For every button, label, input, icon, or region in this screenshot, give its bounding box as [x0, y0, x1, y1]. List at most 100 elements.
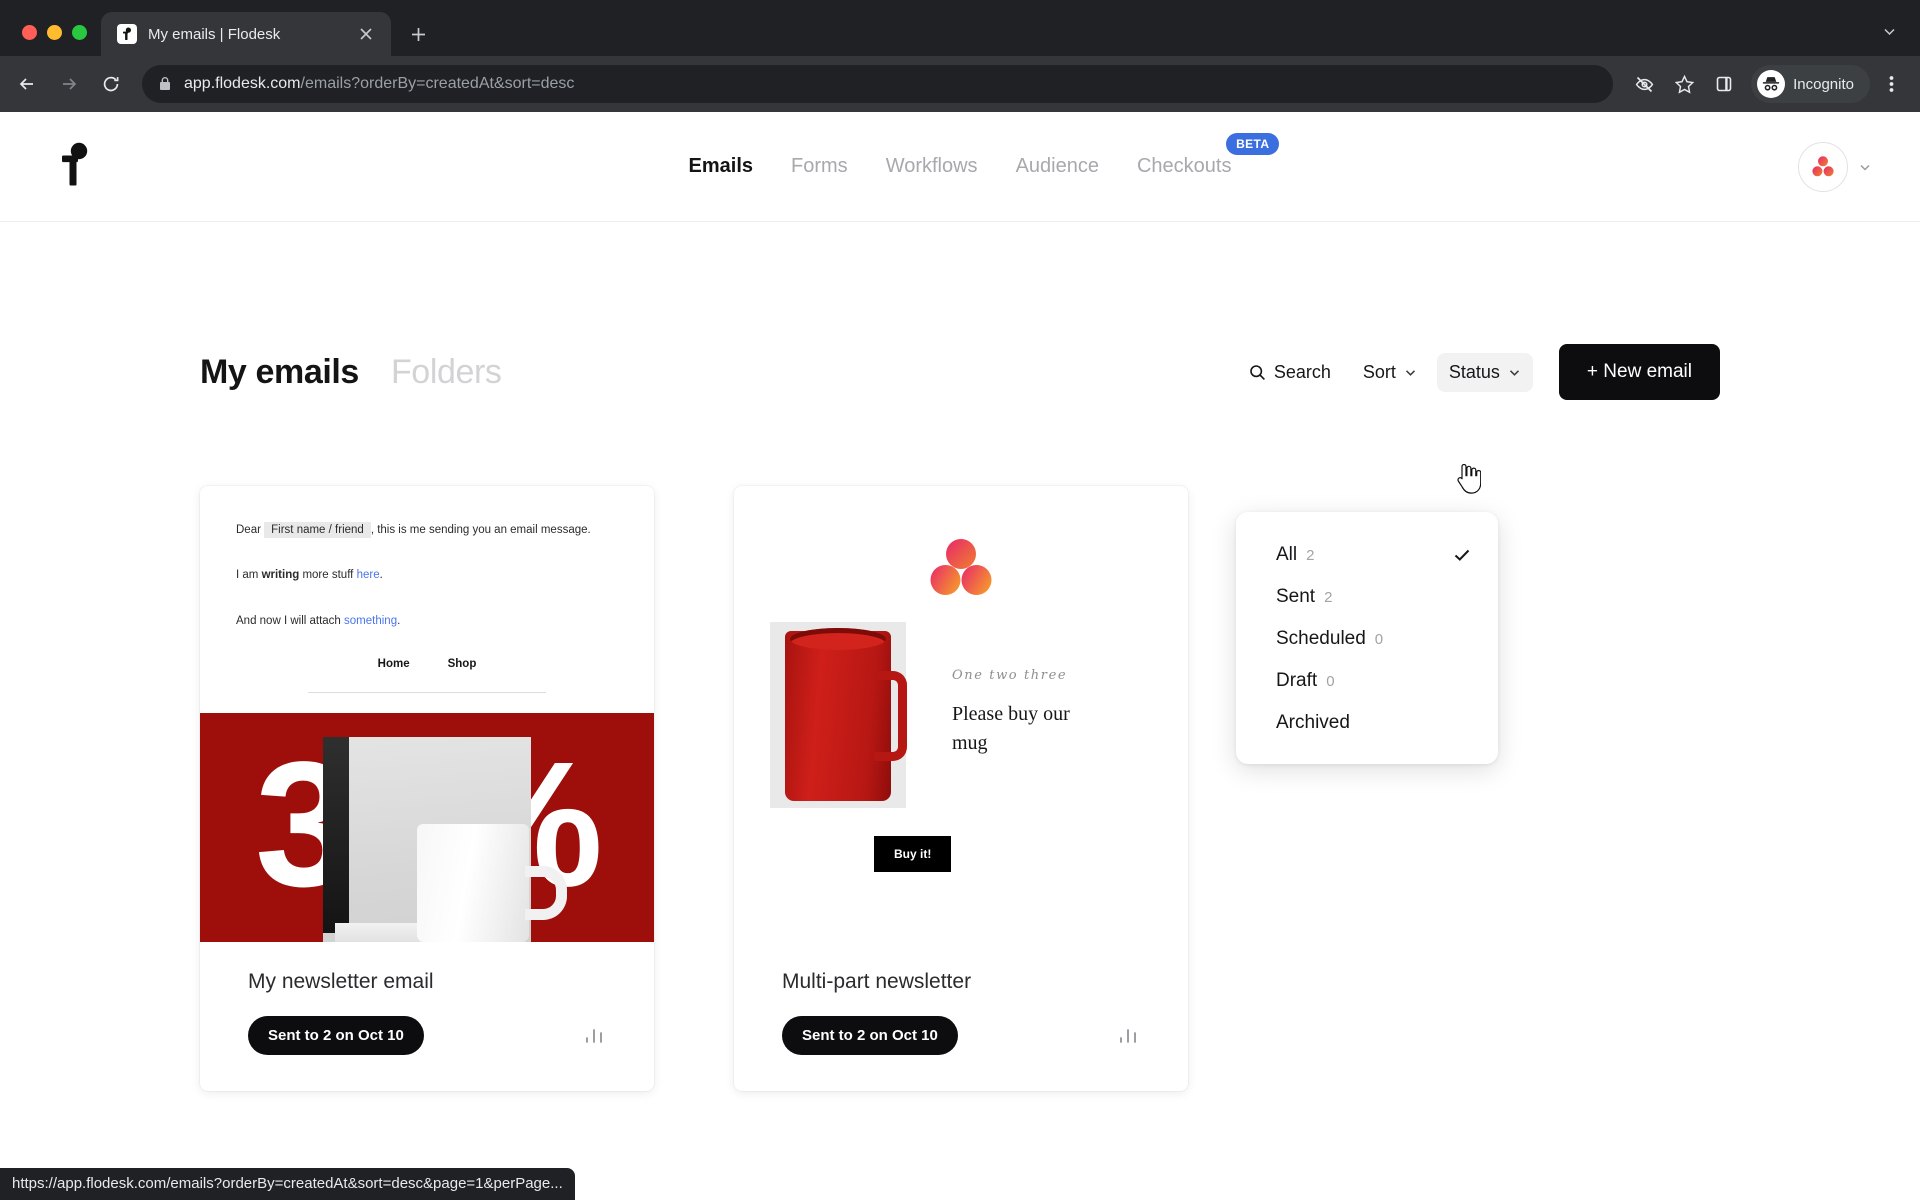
status-dropdown-menu: All 2 Sent 2 Scheduled 0 Draft 0 Archive…	[1236, 512, 1498, 764]
preview-line-1: Dear First name / friend, this is me sen…	[236, 522, 618, 539]
option-label: Sent	[1276, 586, 1316, 607]
nav-item-checkouts[interactable]: Checkouts BETA	[1136, 133, 1280, 178]
status-option-draft[interactable]: Draft 0	[1236, 660, 1498, 702]
flodesk-f-icon	[117, 24, 137, 44]
status-option-all[interactable]: All 2	[1236, 534, 1498, 576]
three-dot-menu-icon[interactable]	[1872, 65, 1910, 103]
close-window-button[interactable]	[22, 25, 37, 40]
browser-tab-title: My emails | Flodesk	[148, 25, 281, 43]
email-card-meta: Sent to 2 on Oct 10	[248, 1016, 606, 1055]
bar-chart-icon[interactable]	[582, 1024, 606, 1048]
nav-label: Forms	[791, 155, 848, 177]
back-arrow-icon[interactable]	[8, 65, 46, 103]
page-header-row: My emails Folders Search Sort Status + N…	[200, 344, 1720, 400]
email-card[interactable]: One two three Please buy our mug Buy it!…	[734, 486, 1188, 1091]
flodesk-dots-icon	[734, 538, 1188, 596]
email-name: My newsletter email	[248, 970, 434, 993]
preview-heading: Please buy our mug	[952, 703, 1070, 755]
incognito-indicator[interactable]: Incognito	[1751, 65, 1870, 103]
page-title-group: My emails Folders	[200, 353, 502, 392]
page-viewport: Emails Forms Workflows Audience Checkout…	[0, 112, 1920, 1200]
search-label: Search	[1273, 361, 1331, 382]
maximize-window-button[interactable]	[72, 25, 87, 40]
email-preview-body: Dear First name / friend, this is me sen…	[200, 486, 654, 693]
address-bar[interactable]: app.flodesk.com/emails?orderBy=createdAt…	[142, 65, 1614, 103]
email-preview: Dear First name / friend, this is me sen…	[200, 486, 654, 942]
main-nav: Emails Forms Workflows Audience Checkout…	[0, 133, 1920, 178]
preview-text: .	[397, 614, 401, 627]
link-status-bubble: https://app.flodesk.com/emails?orderBy=c…	[0, 1168, 575, 1200]
merge-tag: First name / friend	[264, 522, 371, 538]
url-host: app.flodesk.com	[184, 75, 301, 92]
sort-dropdown-button[interactable]: Sort	[1351, 353, 1429, 392]
preview-nav-home: Home	[377, 657, 410, 670]
chevron-down-icon	[1404, 366, 1417, 379]
email-card-footer: My newsletter email Sent to 2 on Oct 10	[200, 942, 654, 1091]
preview-nav-shop: Shop	[447, 657, 477, 670]
status-badge[interactable]: Sent to 2 on Oct 10	[782, 1016, 958, 1055]
status-badge[interactable]: Sent to 2 on Oct 10	[248, 1016, 424, 1055]
banner-mug-shape	[417, 824, 529, 942]
preview-text: And now I will attach	[236, 614, 345, 627]
avatar[interactable]	[1798, 141, 1848, 192]
nav-item-forms[interactable]: Forms	[791, 155, 848, 178]
flodesk-logo-icon[interactable]	[58, 140, 92, 193]
eye-off-icon[interactable]	[1625, 65, 1663, 103]
status-option-sent[interactable]: Sent 2	[1236, 576, 1498, 618]
header-actions: Search Sort Status + New email	[1237, 344, 1720, 400]
page-title: My emails	[200, 352, 359, 391]
account-menu[interactable]	[1798, 141, 1872, 192]
nav-label: Workflows	[885, 155, 978, 177]
status-dropdown-button[interactable]: Status	[1436, 352, 1533, 392]
preview-nav: Home Shop	[236, 658, 618, 670]
nav-item-audience[interactable]: Audience	[1016, 155, 1099, 178]
search-button[interactable]: Search	[1237, 353, 1343, 392]
email-card[interactable]: Dear First name / friend, this is me sen…	[200, 486, 654, 1091]
incognito-hat-icon	[1757, 70, 1786, 98]
reload-icon[interactable]	[92, 65, 130, 103]
browser-window: My emails | Flodesk app.flodesk.com/emai…	[0, 0, 1920, 1200]
url-path: /emails?orderBy=createdAt&sort=desc	[300, 75, 575, 92]
option-label: Scheduled	[1276, 628, 1366, 649]
sort-label: Sort	[1362, 361, 1396, 382]
status-option-archived[interactable]: Archived	[1236, 702, 1498, 744]
preview-cta-button: Buy it!	[874, 836, 952, 872]
lock-icon	[158, 76, 172, 92]
bar-chart-icon[interactable]	[1116, 1024, 1140, 1048]
email-card-footer: Multi-part newsletter Sent to 2 on Oct 1…	[734, 942, 1188, 1091]
forward-arrow-icon[interactable]	[50, 65, 88, 103]
side-panel-icon[interactable]	[1705, 65, 1743, 103]
plus-icon[interactable]	[401, 17, 435, 51]
browser-tab[interactable]: My emails | Flodesk	[101, 12, 391, 56]
preview-banner: 30%	[200, 713, 654, 942]
close-icon[interactable]	[353, 21, 379, 47]
red-mug-photo	[770, 622, 907, 808]
star-icon[interactable]	[1665, 65, 1703, 103]
banner-mug-handle	[525, 866, 567, 920]
preview-script-text: One two three	[952, 668, 1068, 683]
status-option-scheduled[interactable]: Scheduled 0	[1236, 618, 1498, 660]
toolbar-right-group: Incognito	[1625, 65, 1910, 103]
chevron-down-icon[interactable]	[1858, 160, 1872, 174]
preview-text: Dear	[236, 524, 261, 536]
tab-folders[interactable]: Folders	[391, 353, 502, 392]
new-email-button[interactable]: + New email	[1558, 344, 1720, 400]
preview-line-3: And now I will attach something.	[236, 613, 618, 630]
main-content: My emails Folders Search Sort Status + N…	[0, 344, 1920, 1091]
address-bar-url: app.flodesk.com/emails?orderBy=createdAt…	[184, 75, 574, 93]
nav-label: Checkouts	[1136, 155, 1232, 177]
option-label: Archived	[1276, 712, 1350, 733]
preview-product-row: One two three Please buy our mug	[734, 622, 1188, 808]
option-label: All	[1276, 544, 1298, 565]
window-traffic-lights	[14, 25, 101, 56]
nav-item-workflows[interactable]: Workflows	[886, 155, 978, 178]
nav-item-emails[interactable]: Emails	[689, 155, 753, 178]
minimize-window-button[interactable]	[47, 25, 62, 40]
check-icon	[1452, 545, 1472, 565]
email-name: Multi-part newsletter	[782, 970, 972, 993]
chevron-down-icon[interactable]	[1874, 16, 1904, 46]
preview-text: , this is me sending you an email messag…	[370, 524, 591, 536]
nav-label: Emails	[688, 155, 754, 177]
option-count: 0	[1374, 630, 1384, 648]
preview-bold: writing	[261, 569, 300, 582]
